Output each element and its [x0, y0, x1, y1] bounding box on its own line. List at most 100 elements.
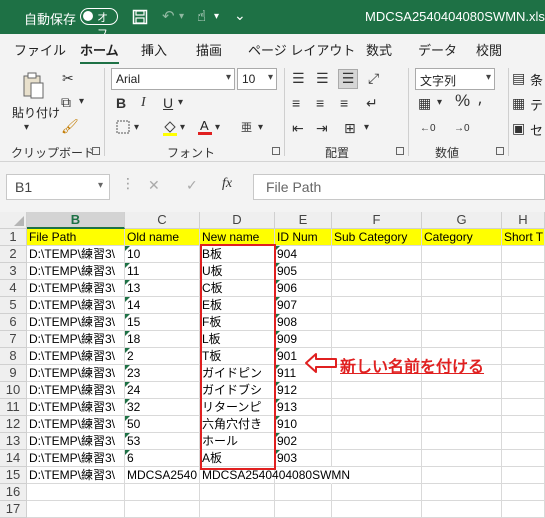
row-header[interactable]: 7 — [0, 331, 27, 348]
empty-cell[interactable] — [502, 484, 545, 501]
row-header[interactable]: 14 — [0, 450, 27, 467]
decrease-indent-icon[interactable]: ⇤ — [292, 120, 304, 136]
fill-color-dropdown-icon[interactable]: ▾ — [180, 120, 185, 136]
number-format-select[interactable]: 文字列 ▾ — [415, 68, 495, 90]
column-header-f[interactable]: F — [332, 212, 422, 229]
old-name-cell[interactable]: 24 — [125, 382, 200, 399]
accounting-dropdown-icon[interactable]: ▾ — [437, 95, 442, 111]
short-cell[interactable] — [502, 399, 545, 416]
category-cell[interactable] — [422, 246, 502, 263]
sub-category-cell[interactable] — [332, 399, 422, 416]
header-cell[interactable]: Sub Category — [332, 229, 422, 246]
row-header[interactable]: 3 — [0, 263, 27, 280]
underline-button[interactable]: U — [163, 95, 173, 111]
category-cell[interactable] — [422, 399, 502, 416]
format-painter-icon[interactable]: 🖌 — [61, 118, 79, 134]
undo-dropdown-icon[interactable]: ▾ — [179, 9, 184, 25]
conditional-format-label[interactable]: 条 — [530, 70, 543, 89]
empty-cell[interactable] — [422, 501, 502, 518]
tab-formulas[interactable]: 数式 — [366, 40, 392, 59]
row-header-15[interactable]: 15 — [0, 467, 27, 484]
align-right-icon[interactable]: ≡ — [340, 95, 348, 111]
header-cell[interactable]: Short T — [502, 229, 545, 246]
number-launcher-icon[interactable] — [496, 147, 504, 155]
file-path-cell[interactable]: D:\TEMP\練習3\ — [27, 263, 125, 280]
empty-cell[interactable] — [332, 484, 422, 501]
row-header[interactable]: 2 — [0, 246, 27, 263]
row-header[interactable]: 5 — [0, 297, 27, 314]
empty-cell[interactable] — [27, 501, 125, 518]
old-name-cell[interactable]: 11 — [125, 263, 200, 280]
align-bottom-icon[interactable]: ☰ — [338, 69, 358, 89]
paste-dropdown-icon[interactable]: ▾ — [24, 120, 29, 136]
short-cell[interactable] — [502, 314, 545, 331]
undo-icon[interactable]: ↶ — [162, 9, 175, 25]
empty-cell[interactable] — [200, 484, 275, 501]
tab-data[interactable]: データ — [418, 40, 457, 59]
sub-category-cell[interactable] — [332, 297, 422, 314]
row-header[interactable]: 11 — [0, 399, 27, 416]
short-cell[interactable] — [502, 416, 545, 433]
old-name-cell[interactable]: 13 — [125, 280, 200, 297]
touch-dropdown-icon[interactable]: ▾ — [214, 9, 219, 25]
old-name-cell[interactable]: 18 — [125, 331, 200, 348]
file-path-cell[interactable]: D:\TEMP\練習3\ — [27, 433, 125, 450]
sub-category-cell[interactable] — [332, 416, 422, 433]
id-num-cell[interactable]: 902 — [275, 433, 332, 450]
font-color-dropdown-icon[interactable]: ▾ — [215, 120, 220, 136]
clipboard-launcher-icon[interactable] — [92, 147, 100, 155]
row-header[interactable]: 4 — [0, 280, 27, 297]
autosave-toggle[interactable]: オフ — [80, 8, 118, 40]
empty-cell[interactable] — [422, 484, 502, 501]
tab-draw[interactable]: 描画 — [196, 40, 222, 59]
tab-home[interactable]: ホーム — [80, 40, 119, 65]
file-path-cell[interactable]: D:\TEMP\練習3\ — [27, 416, 125, 433]
row-header[interactable]: 8 — [0, 348, 27, 365]
row-header[interactable]: 12 — [0, 416, 27, 433]
category-cell[interactable] — [422, 331, 502, 348]
fill-color-icon[interactable] — [162, 119, 178, 140]
sub-category-cell[interactable] — [332, 331, 422, 348]
row-header[interactable]: 13 — [0, 433, 27, 450]
conditional-format-icon[interactable]: ▤ — [512, 70, 525, 86]
cell-styles-icon[interactable]: ▣ — [512, 120, 525, 136]
sub-category-cell[interactable] — [332, 450, 422, 467]
orientation-icon[interactable]: ⤢ — [368, 70, 379, 86]
increase-decimal-icon[interactable]: ←0 — [420, 121, 436, 137]
old-name-cell[interactable]: 2 — [125, 348, 200, 365]
id-num-cell[interactable]: 906 — [275, 280, 332, 297]
file-path-cell[interactable]: D:\TEMP\練習3\ — [27, 467, 125, 484]
percent-style-button[interactable]: % — [455, 92, 470, 109]
header-cell[interactable]: ID Num — [275, 229, 332, 246]
cut-icon[interactable]: ✂ — [62, 70, 74, 86]
file-path-cell[interactable]: D:\TEMP\練習3\ — [27, 450, 125, 467]
borders-dropdown-icon[interactable]: ▾ — [134, 120, 139, 136]
empty-cell[interactable] — [27, 484, 125, 501]
font-color-icon[interactable]: A — [197, 118, 213, 139]
sub-category-cell[interactable] — [332, 246, 422, 263]
header-cell[interactable]: Old name — [125, 229, 200, 246]
align-center-icon[interactable]: ≡ — [316, 95, 324, 111]
touch-mode-icon[interactable]: ☝ — [197, 9, 206, 25]
file-path-cell[interactable]: D:\TEMP\練習3\ — [27, 314, 125, 331]
column-header-e[interactable]: E — [275, 212, 332, 229]
empty-cell[interactable] — [200, 501, 275, 518]
old-name-cell[interactable]: 23 — [125, 365, 200, 382]
column-header-b[interactable]: B — [27, 212, 125, 229]
formula-input[interactable]: File Path — [253, 174, 545, 200]
id-num-cell[interactable]: 912 — [275, 382, 332, 399]
old-name-cell[interactable]: MDCSA2540 — [125, 467, 200, 484]
empty-cell[interactable] — [502, 501, 545, 518]
column-header-g[interactable]: G — [422, 212, 502, 229]
enter-icon[interactable]: ✓ — [186, 177, 198, 193]
short-cell[interactable] — [502, 382, 545, 399]
underline-dropdown-icon[interactable]: ▾ — [178, 95, 183, 111]
empty-cell[interactable] — [275, 484, 332, 501]
phonetic-dropdown-icon[interactable]: ▾ — [258, 120, 263, 136]
column-header-d[interactable]: D — [200, 212, 275, 229]
category-cell[interactable] — [422, 382, 502, 399]
id-num-cell[interactable]: 908 — [275, 314, 332, 331]
italic-button[interactable]: I — [141, 95, 146, 111]
category-cell[interactable] — [422, 297, 502, 314]
old-name-cell[interactable]: 32 — [125, 399, 200, 416]
